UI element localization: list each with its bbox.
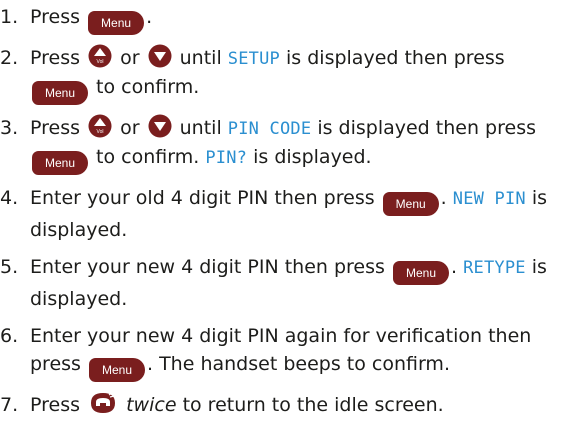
steps-list: 1. Press Menu. 2. Press Vol or until SET…	[0, 3, 574, 419]
step-text: Press	[30, 47, 81, 69]
menu-button-icon: Menu	[382, 192, 439, 216]
menu-button-icon: Menu	[32, 151, 88, 175]
step-text: Press	[30, 6, 81, 28]
step-text: Enter your new 4 digit PIN then press	[30, 256, 385, 278]
up-vol-button-icon: Vol	[88, 44, 112, 68]
vol-label: Vol	[97, 129, 104, 135]
down-button-icon	[148, 114, 172, 138]
step-number: 1.	[0, 6, 19, 28]
step-text: Press	[30, 117, 81, 139]
menu-button-icon: Menu	[392, 261, 449, 285]
step-2: 2. Press Vol or until SETUP is displayed…	[0, 44, 574, 105]
step-text: is displayed then press	[286, 47, 505, 69]
step-6: 6. Enter your new 4 digit PIN again for …	[0, 322, 574, 382]
step-text: . The handset beeps to confirm.	[147, 353, 450, 375]
step-text: until	[179, 47, 222, 69]
step-4: 4. Enter your old 4 digit PIN then press…	[0, 184, 574, 244]
step-text: to return to the idle screen.	[182, 394, 444, 416]
end-call-button-icon	[91, 392, 116, 413]
step-text: Press	[30, 394, 81, 416]
step-text: is displayed.	[253, 146, 372, 168]
lcd-retype: RETYPE	[463, 258, 526, 278]
instruction-page: 1. Press Menu. 2. Press Vol or until SET…	[0, 0, 574, 444]
step-text: to confirm.	[96, 76, 200, 98]
step-text: or	[120, 117, 140, 139]
step-text: or	[120, 47, 140, 69]
step-number: 3.	[0, 117, 19, 139]
step-text: until	[179, 117, 222, 139]
step-text: .	[146, 6, 153, 28]
step-number: 6.	[0, 325, 19, 347]
step-3: 3. Press Vol or until PIN CODE is displa…	[0, 114, 574, 175]
step-number: 5.	[0, 256, 19, 278]
lcd-pin-code: PIN CODE	[227, 119, 312, 139]
menu-button-icon: Menu	[88, 11, 145, 35]
step-5: 5. Enter your new 4 digit PIN then press…	[0, 253, 574, 313]
lcd-new-pin: NEW PIN	[452, 189, 526, 209]
step-text: is displayed then press	[317, 117, 536, 139]
menu-button-icon: Menu	[32, 81, 88, 105]
step-7: 7. Press twice to return to the idle scr…	[0, 391, 574, 419]
step-text: .	[440, 187, 447, 209]
vol-label: Vol	[97, 59, 104, 65]
step-number: 7.	[0, 394, 19, 416]
menu-button-icon: Menu	[89, 358, 145, 382]
step-number: 2.	[0, 47, 19, 69]
step-text: Enter your old 4 digit PIN then press	[30, 187, 375, 209]
down-button-icon	[148, 44, 172, 68]
step-number: 4.	[0, 187, 19, 209]
emphasis-text: twice	[126, 394, 177, 416]
up-vol-button-icon: Vol	[88, 114, 112, 138]
step-text: .	[450, 256, 458, 278]
step-1: 1. Press Menu.	[0, 3, 574, 35]
lcd-setup: SETUP	[227, 49, 280, 69]
step-text: to confirm.	[96, 146, 200, 168]
lcd-pin-prompt: PIN?	[205, 148, 248, 168]
